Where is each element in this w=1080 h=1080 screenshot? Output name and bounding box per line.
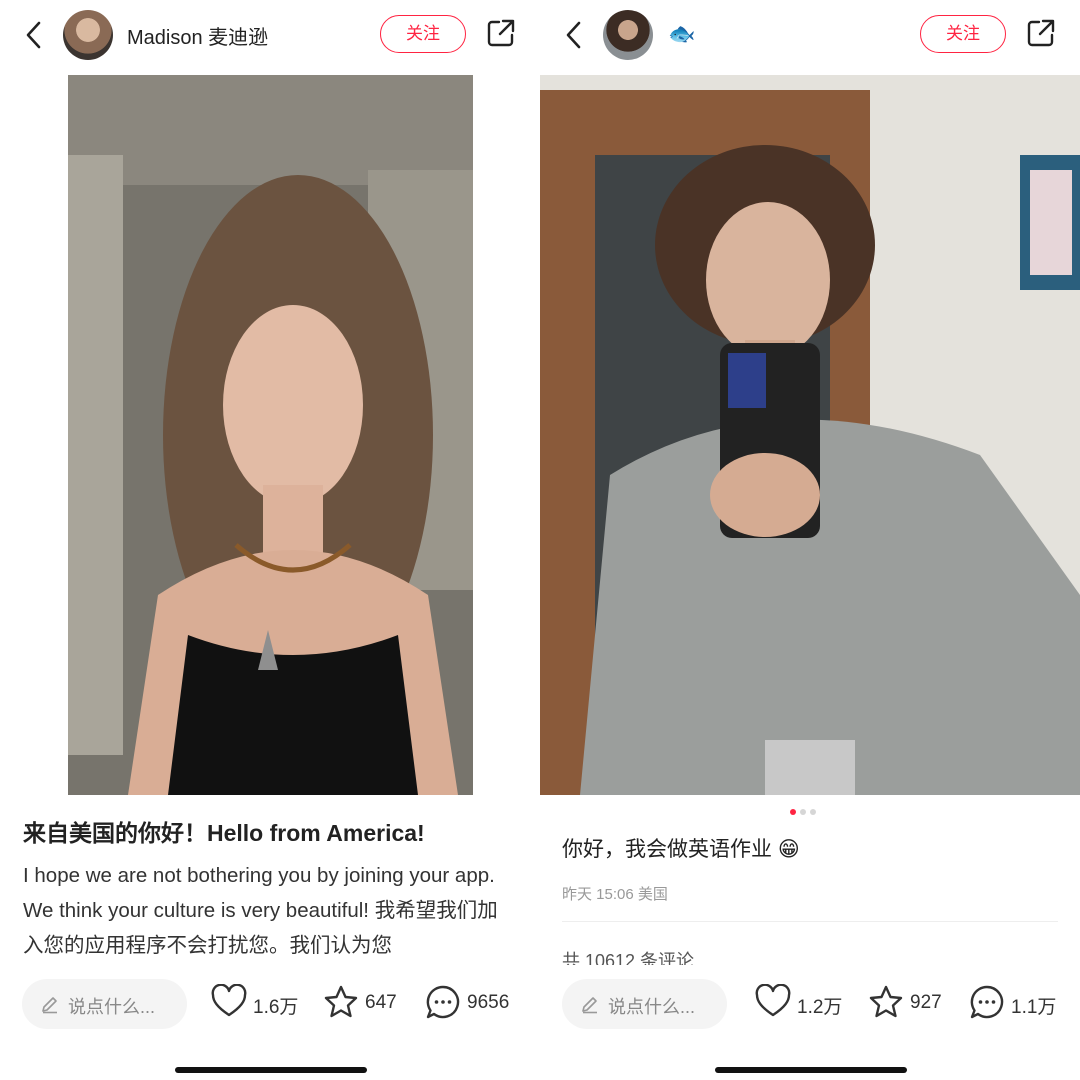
- comment-placeholder: 说点什么...: [608, 997, 696, 1017]
- author-avatar[interactable]: [63, 10, 113, 60]
- star-icon: [869, 985, 903, 1018]
- author-avatar[interactable]: [603, 10, 653, 60]
- share-icon[interactable]: [1026, 18, 1056, 48]
- heart-icon: [755, 984, 791, 1017]
- follow-button[interactable]: 关注: [920, 15, 1006, 53]
- comment-input[interactable]: 说点什么...: [562, 979, 727, 1029]
- share-icon[interactable]: [486, 18, 516, 48]
- author-name-emoji[interactable]: 🐟: [668, 21, 695, 47]
- comment-icon: [970, 985, 1004, 1019]
- like-count: 1.6万: [253, 997, 299, 1018]
- back-chevron-icon[interactable]: [20, 18, 48, 52]
- note-title: 来自美国的你好！Hello from America!: [23, 820, 425, 846]
- comment-placeholder: 说点什么...: [68, 997, 156, 1017]
- heart-icon: [211, 984, 247, 1017]
- home-indicator: [175, 1067, 367, 1073]
- author-name[interactable]: Madison 麦迪逊: [127, 21, 268, 50]
- note-panel-right: 🐟 关注 你好，我会做英语作业 😁 昨天 15:06 美国 共 10612 条评…: [540, 0, 1080, 1080]
- star-icon: [324, 985, 358, 1018]
- follow-button[interactable]: 关注: [380, 15, 466, 53]
- note-panel-left: Madison 麦迪逊 关注 来自美国的你好！Hello from Americ…: [0, 0, 540, 1080]
- comment-icon: [426, 985, 460, 1019]
- back-chevron-icon[interactable]: [560, 18, 588, 52]
- photo-illustration: [68, 75, 473, 795]
- like-count: 1.2万: [797, 997, 843, 1018]
- comment-count: 9656: [467, 992, 510, 1013]
- pencil-icon: [42, 997, 57, 1014]
- favorite-count: 927: [910, 992, 942, 1013]
- photo-illustration: [540, 75, 1080, 795]
- note-body: I hope we are not bothering you by joini…: [23, 864, 498, 957]
- pencil-icon: [582, 997, 597, 1014]
- note-text: 你好，我会做英语作业 😁: [562, 838, 800, 861]
- note-meta: 昨天 15:06 美国: [562, 886, 668, 903]
- divider: [562, 921, 1058, 922]
- carousel-dot-active: [790, 809, 796, 815]
- note-photo[interactable]: [68, 75, 473, 795]
- favorite-count: 647: [365, 992, 397, 1013]
- comment-input[interactable]: 说点什么...: [22, 979, 187, 1029]
- carousel-dot: [810, 809, 816, 815]
- note-photo[interactable]: [540, 75, 1080, 795]
- screenshot-collage: Madison 麦迪逊 关注 来自美国的你好！Hello from Americ…: [0, 0, 1080, 1080]
- top-bar: 🐟 关注: [540, 0, 1080, 72]
- comment-count: 1.1万: [1011, 997, 1057, 1018]
- carousel-indicator: [790, 809, 830, 817]
- top-bar: Madison 麦迪逊 关注: [0, 0, 540, 72]
- carousel-dot: [800, 809, 806, 815]
- bottom-action-bar: 说点什么... 1.6万 647 9656: [0, 965, 540, 1080]
- home-indicator: [715, 1067, 907, 1073]
- bottom-action-bar: 说点什么... 1.2万 927 1.1万: [540, 965, 1080, 1080]
